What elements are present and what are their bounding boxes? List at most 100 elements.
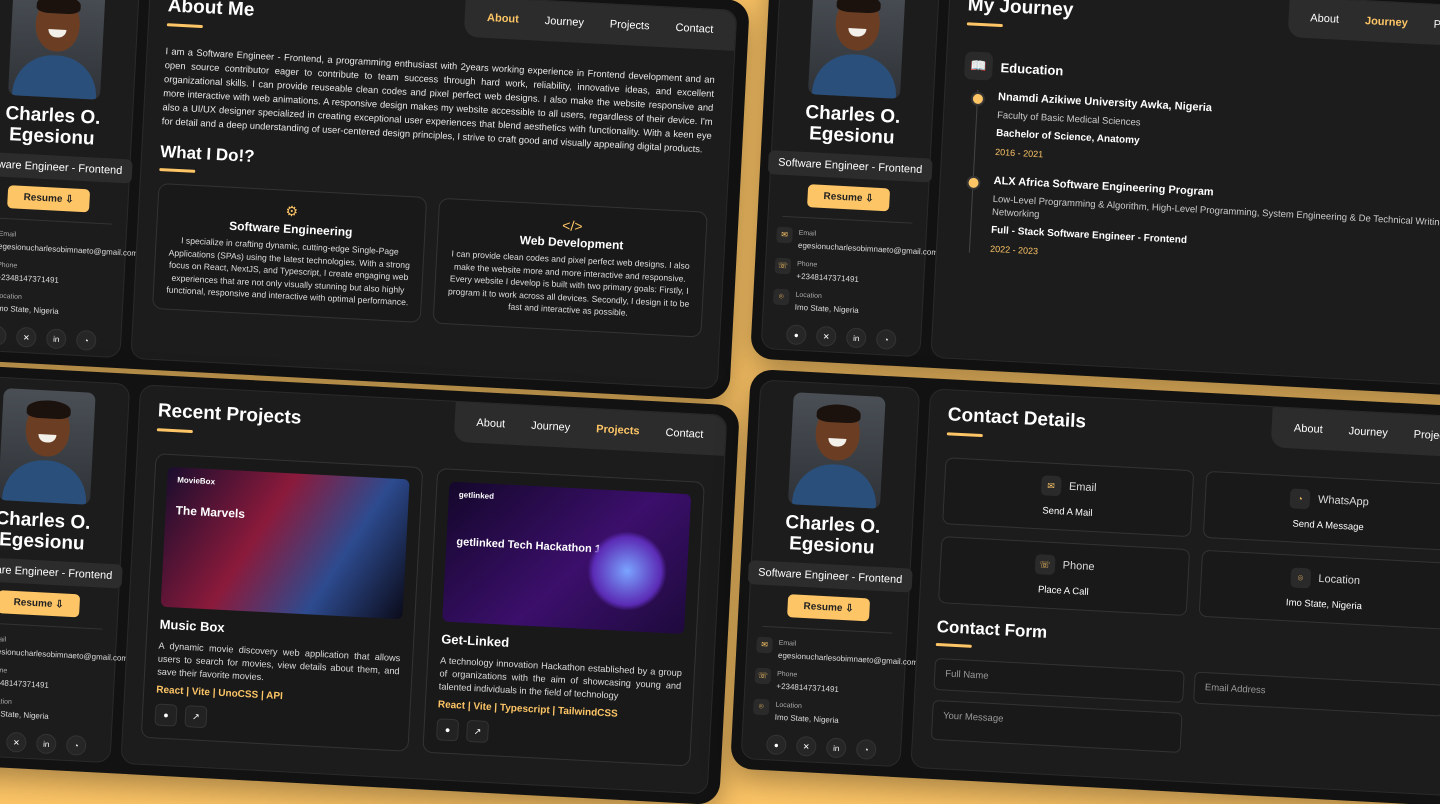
journey-main: About Journey Projects My Journey 📖 Educ…	[930, 0, 1440, 387]
method-label: Phone	[1062, 559, 1095, 574]
whatsapp-icon[interactable]: ◔	[875, 328, 897, 350]
phone-icon: ☏	[1034, 554, 1056, 576]
divider	[0, 621, 103, 630]
nav-projects[interactable]: Projects	[1413, 429, 1440, 443]
nav-about[interactable]: About	[1294, 422, 1323, 435]
x-icon[interactable]: ✕	[815, 325, 837, 347]
method-label: Location	[1318, 572, 1361, 588]
github-icon[interactable]: ●	[0, 325, 7, 347]
project-card: MovieBox The Marvels Music Box A dynamic…	[140, 453, 424, 752]
location-row: ⌾LocationImo State, Nigeria	[0, 694, 104, 725]
resume-button[interactable]: Resume ⇩	[786, 594, 871, 622]
x-icon[interactable]: ✕	[5, 731, 27, 753]
contact-panel: Charles O. Egesionu Software Engineer - …	[730, 368, 1440, 804]
github-icon[interactable]: ●	[154, 703, 178, 727]
project-title: Music Box	[159, 616, 226, 636]
message-input[interactable]: Your Message	[930, 699, 1183, 753]
external-link-icon[interactable]: ↗	[184, 705, 208, 729]
contact-main: About Journey Projects Contact Details ✉…	[910, 388, 1440, 797]
project-desc: A dynamic movie discovery web applicatio…	[156, 640, 401, 683]
method-value: Place A Call	[1037, 584, 1089, 598]
nav-projects[interactable]: Projects	[1433, 19, 1440, 33]
method-value: Send A Mail	[1042, 505, 1093, 519]
location-row: ⌾LocationImo State, Nigeria	[752, 698, 893, 730]
phone-value: +2348147371491	[0, 272, 60, 285]
linkedin-icon[interactable]: in	[825, 737, 847, 759]
title-underline	[966, 22, 1003, 28]
contact-method-email[interactable]: ✉ Email Send A Mail	[942, 457, 1195, 538]
whatsapp-icon[interactable]: ◔	[855, 738, 877, 760]
service-desc: I can provide clean codes and pixel perf…	[447, 248, 690, 318]
avatar	[787, 392, 886, 509]
social-links: ● ✕ in ◔	[0, 730, 87, 756]
service-card: ⚙ Software Engineering I specialize in c…	[152, 182, 428, 323]
nav-about[interactable]: About	[487, 12, 519, 26]
linkedin-icon[interactable]: in	[845, 327, 867, 349]
avatar	[807, 0, 906, 99]
nav-journey[interactable]: Journey	[1365, 15, 1408, 29]
github-icon[interactable]: ●	[765, 734, 787, 756]
phone-icon: ☏	[774, 257, 792, 275]
method-label: WhatsApp	[1317, 493, 1370, 509]
resume-label: Resume	[13, 596, 53, 610]
nav-about[interactable]: About	[476, 417, 505, 430]
full-name-input[interactable]: Full Name	[933, 657, 1185, 703]
profile-role: Software Engineer - Frontend	[747, 560, 913, 593]
linkedin-icon[interactable]: in	[35, 733, 57, 755]
timeline-item: Nnamdi Azikiwe University Awka, Nigeria …	[995, 91, 1440, 182]
about-panel: Charles O. Egesionu Software Engineer - …	[0, 0, 750, 401]
projects-panel: Charles O. Egesionu Software Engineer - …	[0, 364, 740, 804]
shot-title: The Marvels	[175, 503, 246, 521]
nav-journey[interactable]: Journey	[544, 15, 584, 29]
whatsapp-icon[interactable]: ◔	[75, 329, 97, 351]
phone-row: ☏Phone+2348147371491	[0, 664, 105, 695]
nav-projects[interactable]: Projects	[596, 423, 640, 437]
linkedin-icon[interactable]: in	[45, 328, 67, 350]
external-link-icon[interactable]: ↗	[465, 719, 490, 743]
top-nav: About Journey Projects Contact	[453, 401, 727, 456]
projects-main: About Journey Projects Contact Recent Pr…	[120, 384, 728, 795]
x-icon[interactable]: ✕	[15, 326, 37, 348]
journey-panel: Charles O. Egesionu Software Engineer - …	[750, 0, 1440, 398]
contact-method-phone[interactable]: ☏ Phone Place A Call	[937, 536, 1191, 617]
profile-name: Charles O. Egesionu	[784, 511, 881, 559]
project-links: ● ↗	[154, 703, 397, 739]
whatsapp-icon[interactable]: ◔	[65, 734, 87, 756]
social-links: ● ✕ in ◔	[0, 325, 97, 351]
email-input[interactable]: Email Address	[1193, 671, 1440, 717]
resume-button[interactable]: Resume ⇩	[7, 185, 91, 213]
phone-value: +2348147371491	[796, 271, 860, 284]
divider	[782, 215, 913, 224]
github-icon[interactable]: ●	[785, 324, 807, 346]
resume-button[interactable]: Resume ⇩	[806, 184, 891, 212]
top-nav: About Journey Projects	[1270, 407, 1440, 458]
github-icon[interactable]: ●	[436, 718, 460, 742]
contact-method-location[interactable]: ⌾ Location Imo State, Nigeria	[1198, 549, 1440, 630]
project-screenshot[interactable]: getlinked getlinked Tech Hackathon 1.0	[442, 481, 692, 635]
shot-brand: MovieBox	[177, 475, 216, 487]
nav-contact[interactable]: Contact	[675, 22, 713, 36]
project-list: MovieBox The Marvels Music Box A dynamic…	[140, 453, 705, 767]
profile-sidebar: Charles O. Egesionu Software Engineer - …	[760, 0, 941, 358]
x-icon[interactable]: ✕	[795, 735, 817, 757]
profile-name: Charles O. Egesionu	[0, 507, 91, 555]
project-desc: A technology innovation Hackathon establ…	[438, 655, 683, 701]
mail-icon: ✉	[756, 636, 773, 654]
nav-journey[interactable]: Journey	[531, 420, 571, 434]
nav-journey[interactable]: Journey	[1348, 425, 1388, 439]
nav-projects[interactable]: Projects	[610, 18, 650, 32]
download-icon: ⇩	[54, 599, 64, 611]
project-screenshot[interactable]: MovieBox The Marvels	[160, 466, 410, 620]
profile-role: Software Engineer - Frontend	[0, 556, 123, 589]
contact-method-whatsapp[interactable]: ◔ WhatsApp Send A Message	[1202, 470, 1440, 551]
title-underline	[935, 642, 972, 648]
top-nav: About Journey Projects	[1287, 0, 1440, 48]
location-value: Imo State, Nigeria	[794, 302, 859, 315]
phone-row: ☏Phone+2348147371491	[0, 259, 115, 290]
nav-about[interactable]: About	[1310, 12, 1339, 25]
resume-button[interactable]: Resume ⇩	[0, 590, 81, 618]
email-row: ✉Emailegesionucharlesobimnaeto@gmail.com	[0, 228, 138, 259]
phone-value: +2348147371491	[776, 681, 840, 694]
contact-info: ✉Emailegesionucharlesobimnaeto@gmail.com…	[772, 226, 938, 327]
nav-contact[interactable]: Contact	[665, 427, 703, 441]
